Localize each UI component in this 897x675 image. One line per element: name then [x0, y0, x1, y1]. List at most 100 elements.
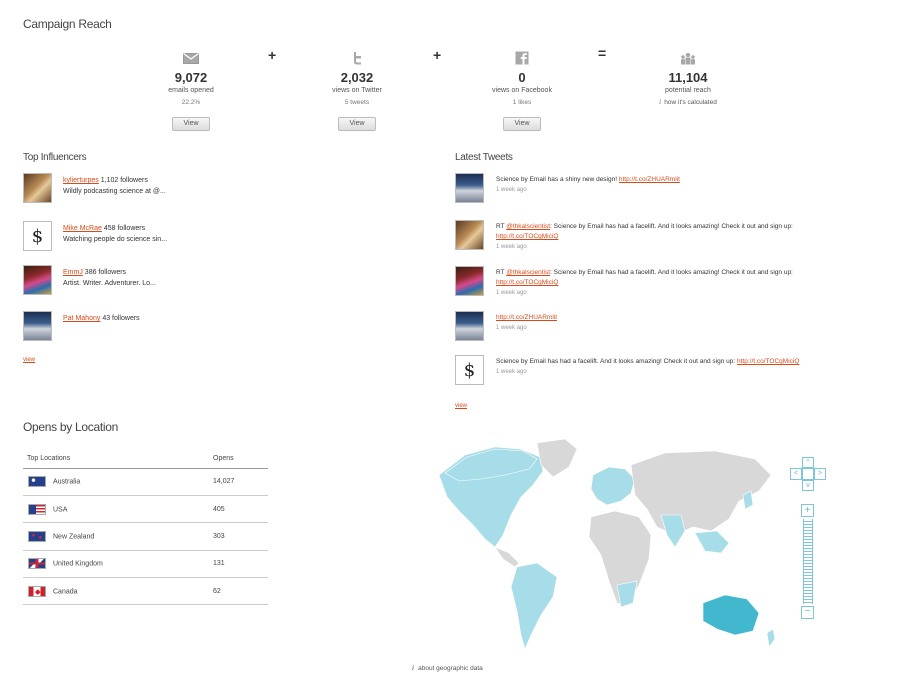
plus-operator: + [433, 47, 442, 63]
table-row[interactable]: United Kingdom 131 [23, 550, 268, 579]
opens-cell: 405 [213, 495, 268, 524]
follower-count: 1,102 followers [100, 177, 148, 184]
tweet-timestamp: 1 week ago [496, 369, 527, 375]
map-australia[interactable] [702, 594, 760, 636]
pan-left-button[interactable]: < [790, 468, 802, 480]
column-opens: Opens [213, 450, 268, 469]
plus-operator: + [268, 47, 277, 63]
facebook-icon [467, 50, 577, 66]
how-calculated-link[interactable]: i how it's calculated [633, 96, 743, 109]
twitter-views-label: views on Twitter [332, 87, 382, 94]
tweet-link[interactable]: http://t.co/TOCgMiciQ [737, 358, 799, 365]
emails-opened-rate: 22.2% [181, 99, 201, 106]
zoom-in-button[interactable]: + [801, 504, 814, 517]
tweet-link[interactable]: http://t.co/ZHUARmlit [496, 314, 557, 321]
map-southeast-asia[interactable] [694, 530, 730, 554]
emails-metric: 9,072 emails opened 22.2% View [136, 50, 246, 131]
potential-reach-metric: 11,104 potential reach i how it's calcula… [633, 50, 743, 109]
facebook-metric: 0 views on Facebook 1 likes View [467, 50, 577, 131]
tweet-prefix: RT [496, 269, 505, 276]
tweets-view-link[interactable]: view [455, 403, 467, 409]
emails-view-button[interactable]: View [172, 117, 210, 131]
tweet-timestamp: 1 week ago [496, 325, 527, 331]
tweet-timestamp: 1 week ago [496, 290, 527, 296]
avatar[interactable] [23, 311, 52, 341]
zoom-slider[interactable] [803, 519, 813, 604]
tweet-body: Science by Email has a shiny new design! [496, 176, 618, 183]
tweet-body: : Science by Email has had a facelift. A… [550, 223, 793, 230]
tweet-mention-link[interactable]: @thkalscientist [506, 269, 550, 276]
tweet-body: : Science by Email has had a facelift. A… [550, 269, 793, 276]
map-india-asia[interactable] [660, 514, 686, 548]
pan-up-button[interactable]: ^ [802, 457, 814, 468]
twitter-view-button[interactable]: View [338, 117, 376, 131]
twitter-views-value: 2,032 [340, 70, 374, 85]
tweet-link[interactable]: http://t.co/TOCgMiciQ [496, 233, 558, 240]
influencers-view-link[interactable]: view [23, 357, 35, 363]
avatar[interactable] [23, 265, 52, 295]
avatar[interactable]: $ [23, 221, 52, 251]
avatar[interactable]: $ [455, 355, 484, 385]
map-southern-africa[interactable] [616, 580, 638, 608]
info-icon: i [412, 664, 415, 672]
country-name: USA [53, 505, 68, 513]
pan-down-button[interactable]: v [802, 480, 814, 491]
avatar[interactable] [23, 173, 52, 203]
tweet-text: http://t.co/ZHUARmlit 1 week ago [496, 313, 851, 333]
potential-reach-value: 11,104 [668, 70, 708, 85]
avatar[interactable] [455, 173, 484, 203]
influencer-bio: Wildly podcasting science at @... [63, 188, 166, 195]
country-cell: New Zealand [23, 522, 213, 551]
tweet-mention-link[interactable]: @thkalscientist [506, 223, 550, 230]
new-zealand-flag-icon [28, 530, 46, 542]
country-cell: United Kingdom [23, 550, 213, 579]
map-south-america[interactable] [510, 562, 558, 650]
tweet-link[interactable]: http://t.co/ZHUARmlit [619, 176, 680, 183]
influencer-bio: Artist. Writer. Adventurer. Lo... [63, 280, 156, 287]
emails-opened-value: 9,072 [174, 70, 208, 85]
influencer-bio: Watching people do science sin... [63, 236, 168, 243]
tweet-link[interactable]: http://t.co/TOCgMiciQ [496, 279, 558, 286]
table-row[interactable]: Canada 62 [23, 577, 268, 606]
country-name: United Kingdom [53, 560, 103, 568]
campaign-reach-title: Campaign Reach [23, 17, 112, 31]
map-central-america[interactable] [494, 546, 520, 568]
table-row[interactable]: Australia 14,027 [23, 468, 268, 496]
map-europe[interactable] [590, 466, 636, 506]
table-row[interactable]: USA 405 [23, 495, 268, 524]
influencer-name-link[interactable]: EmmJ [63, 269, 83, 276]
how-calculated-label: how it's calculated [664, 99, 717, 106]
avatar[interactable] [455, 220, 484, 250]
pan-right-button[interactable]: > [814, 468, 826, 480]
zoom-out-button[interactable]: − [801, 606, 814, 619]
opens-cell: 131 [213, 550, 268, 579]
latest-tweets-title: Latest Tweets [455, 152, 513, 163]
pan-center-button[interactable] [802, 468, 814, 480]
avatar[interactable] [455, 311, 484, 341]
geographic-data-link[interactable]: i about geographic data [412, 664, 483, 672]
follower-count: 43 followers [102, 315, 140, 322]
geographic-data-label: about geographic data [418, 665, 483, 672]
map-new-zealand[interactable] [766, 628, 776, 648]
world-map[interactable] [425, 435, 785, 660]
influencer-name-link[interactable]: kylierturpes [63, 177, 99, 184]
follower-count: 458 followers [103, 225, 146, 232]
table-row[interactable]: New Zealand 303 [23, 522, 268, 551]
country-cell: Australia [23, 468, 213, 496]
country-name: Canada [53, 588, 78, 596]
avatar[interactable] [455, 266, 484, 296]
tweet-timestamp: 1 week ago [496, 244, 527, 250]
influencer-info: kylierturpes 1,102 followers Wildly podca… [63, 175, 233, 197]
canada-flag-icon [28, 585, 46, 597]
top-influencers-title: Top Influencers [23, 152, 87, 163]
facebook-view-button[interactable]: View [503, 117, 541, 131]
twitter-icon [302, 50, 412, 66]
tweet-timestamp: 1 week ago [496, 187, 527, 193]
opens-cell: 62 [213, 577, 268, 606]
influencer-name-link[interactable]: Pat Mahony [63, 315, 100, 322]
tweet-prefix: RT [496, 223, 505, 230]
opens-cell: 303 [213, 522, 268, 551]
country-cell: USA [23, 495, 213, 524]
country-name: New Zealand [53, 533, 95, 541]
influencer-name-link[interactable]: Mike McRae [63, 225, 102, 232]
